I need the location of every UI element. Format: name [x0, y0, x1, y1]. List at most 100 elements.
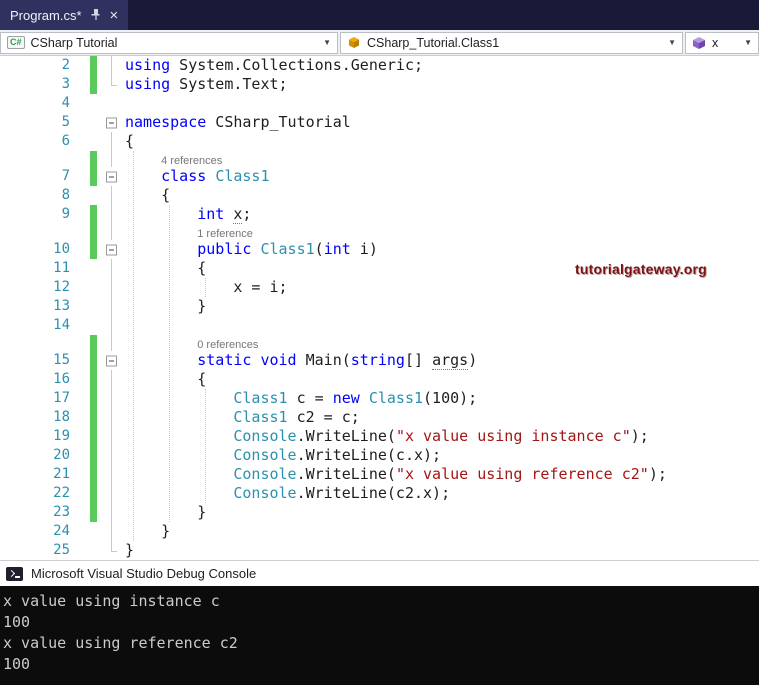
close-icon[interactable]: × — [110, 8, 119, 23]
code-token: [] — [405, 351, 432, 369]
change-tracking-bar — [90, 541, 97, 560]
fold-guide — [103, 259, 121, 278]
code-text[interactable]: using System.Collections.Generic; — [125, 56, 759, 75]
code-text[interactable]: Console.WriteLine(c.x); — [125, 446, 759, 465]
code-token: static — [197, 351, 251, 369]
code-text[interactable]: { — [125, 370, 759, 389]
fold-guide — [103, 205, 121, 224]
code-token — [125, 370, 197, 388]
code-text[interactable]: } — [125, 522, 759, 541]
code-text[interactable]: 0 references — [125, 335, 759, 351]
debug-console-output[interactable]: x value using instance c100x value using… — [0, 586, 759, 685]
code-text[interactable]: x = i; — [125, 278, 759, 297]
line-number: 18 — [0, 408, 74, 427]
line-number: 23 — [0, 503, 74, 522]
pin-icon[interactable] — [91, 9, 101, 21]
code-text[interactable]: { — [125, 132, 759, 151]
project-dropdown[interactable]: C# CSharp Tutorial ▼ — [0, 32, 338, 54]
change-tracking-bar — [90, 56, 97, 75]
code-token: ); — [649, 465, 667, 483]
change-tracking-bar — [90, 316, 97, 335]
code-text[interactable]: Console.WriteLine("x value using referen… — [125, 465, 759, 484]
code-token — [125, 151, 161, 167]
codelens-row: 0 references — [0, 335, 759, 351]
code-text[interactable]: using System.Text; — [125, 75, 759, 94]
code-text[interactable]: Console.WriteLine("x value using instanc… — [125, 427, 759, 446]
tab-program-cs[interactable]: Program.cs* × — [0, 0, 128, 30]
code-text[interactable]: Console.WriteLine(c2.x); — [125, 484, 759, 503]
code-text[interactable]: int x; — [125, 205, 759, 224]
code-token — [125, 522, 161, 540]
member-dropdown[interactable]: x ▼ — [685, 32, 759, 54]
fold-guide — [103, 503, 121, 522]
fold-collapse-button[interactable] — [103, 113, 121, 132]
code-line-row: 18 Class1 c2 = c; — [0, 408, 759, 427]
line-number: 16 — [0, 370, 74, 389]
code-text[interactable]: Class1 c = new Class1(100); — [125, 389, 759, 408]
code-token: } — [197, 503, 206, 521]
code-token: x = i; — [233, 278, 287, 296]
collapse-minus-icon[interactable] — [106, 355, 117, 366]
code-line-row: 25} — [0, 541, 759, 560]
code-line-row: 10 public Class1(int i) — [0, 240, 759, 259]
fold-guide — [103, 132, 121, 151]
code-token: .WriteLine(c.x); — [297, 446, 442, 464]
console-icon — [6, 567, 23, 581]
code-editor[interactable]: 2using System.Collections.Generic;3using… — [0, 56, 759, 560]
fold-collapse-button[interactable] — [103, 167, 121, 186]
code-token — [125, 351, 197, 369]
codelens-references-link[interactable]: 1 reference — [197, 228, 253, 240]
code-token: Class1 — [215, 167, 269, 185]
type-dropdown[interactable]: CSharp_Tutorial.Class1 ▼ — [340, 32, 683, 54]
line-number: 3 — [0, 75, 74, 94]
change-tracking-bar — [90, 522, 97, 541]
line-number: 17 — [0, 389, 74, 408]
code-line-row: 23 } — [0, 503, 759, 522]
code-token — [125, 484, 233, 502]
change-tracking-bar — [90, 503, 97, 522]
fold-guide — [103, 224, 121, 240]
code-token: Console — [233, 465, 296, 483]
change-tracking-bar — [90, 335, 97, 351]
fold-guide — [103, 484, 121, 503]
chevron-down-icon: ▼ — [323, 38, 331, 47]
code-text[interactable]: Class1 c2 = c; — [125, 408, 759, 427]
change-tracking-bar — [90, 465, 97, 484]
collapse-minus-icon[interactable] — [106, 117, 117, 128]
code-text[interactable]: static void Main(string[] args) — [125, 351, 759, 370]
collapse-minus-icon[interactable] — [106, 171, 117, 182]
codelens-references-link[interactable]: 4 references — [161, 155, 222, 167]
fold-collapse-button[interactable] — [103, 240, 121, 259]
code-text[interactable]: } — [125, 503, 759, 522]
code-token: .WriteLine(c2.x); — [297, 484, 451, 502]
change-tracking-bar — [90, 259, 97, 278]
code-token — [125, 278, 233, 296]
code-text[interactable] — [125, 94, 759, 113]
change-tracking-bar — [90, 167, 97, 186]
code-text[interactable]: class Class1 — [125, 167, 759, 186]
code-text[interactable]: } — [125, 297, 759, 316]
field-icon — [692, 36, 706, 50]
code-text[interactable]: namespace CSharp_Tutorial — [125, 113, 759, 132]
code-token — [125, 240, 197, 258]
navigation-bar: C# CSharp Tutorial ▼ CSharp_Tutorial.Cla… — [0, 30, 759, 56]
debug-console-title-bar[interactable]: Microsoft Visual Studio Debug Console — [0, 560, 759, 586]
code-text[interactable]: 4 references — [125, 151, 759, 167]
code-token: public — [197, 240, 251, 258]
code-token: { — [125, 132, 134, 150]
editor-rows: 2using System.Collections.Generic;3using… — [0, 56, 759, 560]
code-line-row: 22 Console.WriteLine(c2.x); — [0, 484, 759, 503]
code-text[interactable] — [125, 316, 759, 335]
codelens-references-link[interactable]: 0 references — [197, 339, 258, 351]
change-tracking-bar — [90, 224, 97, 240]
fold-collapse-button[interactable] — [103, 351, 121, 370]
code-text[interactable]: } — [125, 541, 759, 560]
code-text[interactable]: public Class1(int i) — [125, 240, 759, 259]
change-tracking-bar — [90, 205, 97, 224]
change-tracking-bar — [90, 186, 97, 205]
code-text[interactable]: { — [125, 186, 759, 205]
collapse-minus-icon[interactable] — [106, 244, 117, 255]
code-text[interactable]: 1 reference — [125, 224, 759, 240]
code-token: c2 = c; — [288, 408, 360, 426]
code-line-row: 17 Class1 c = new Class1(100); — [0, 389, 759, 408]
